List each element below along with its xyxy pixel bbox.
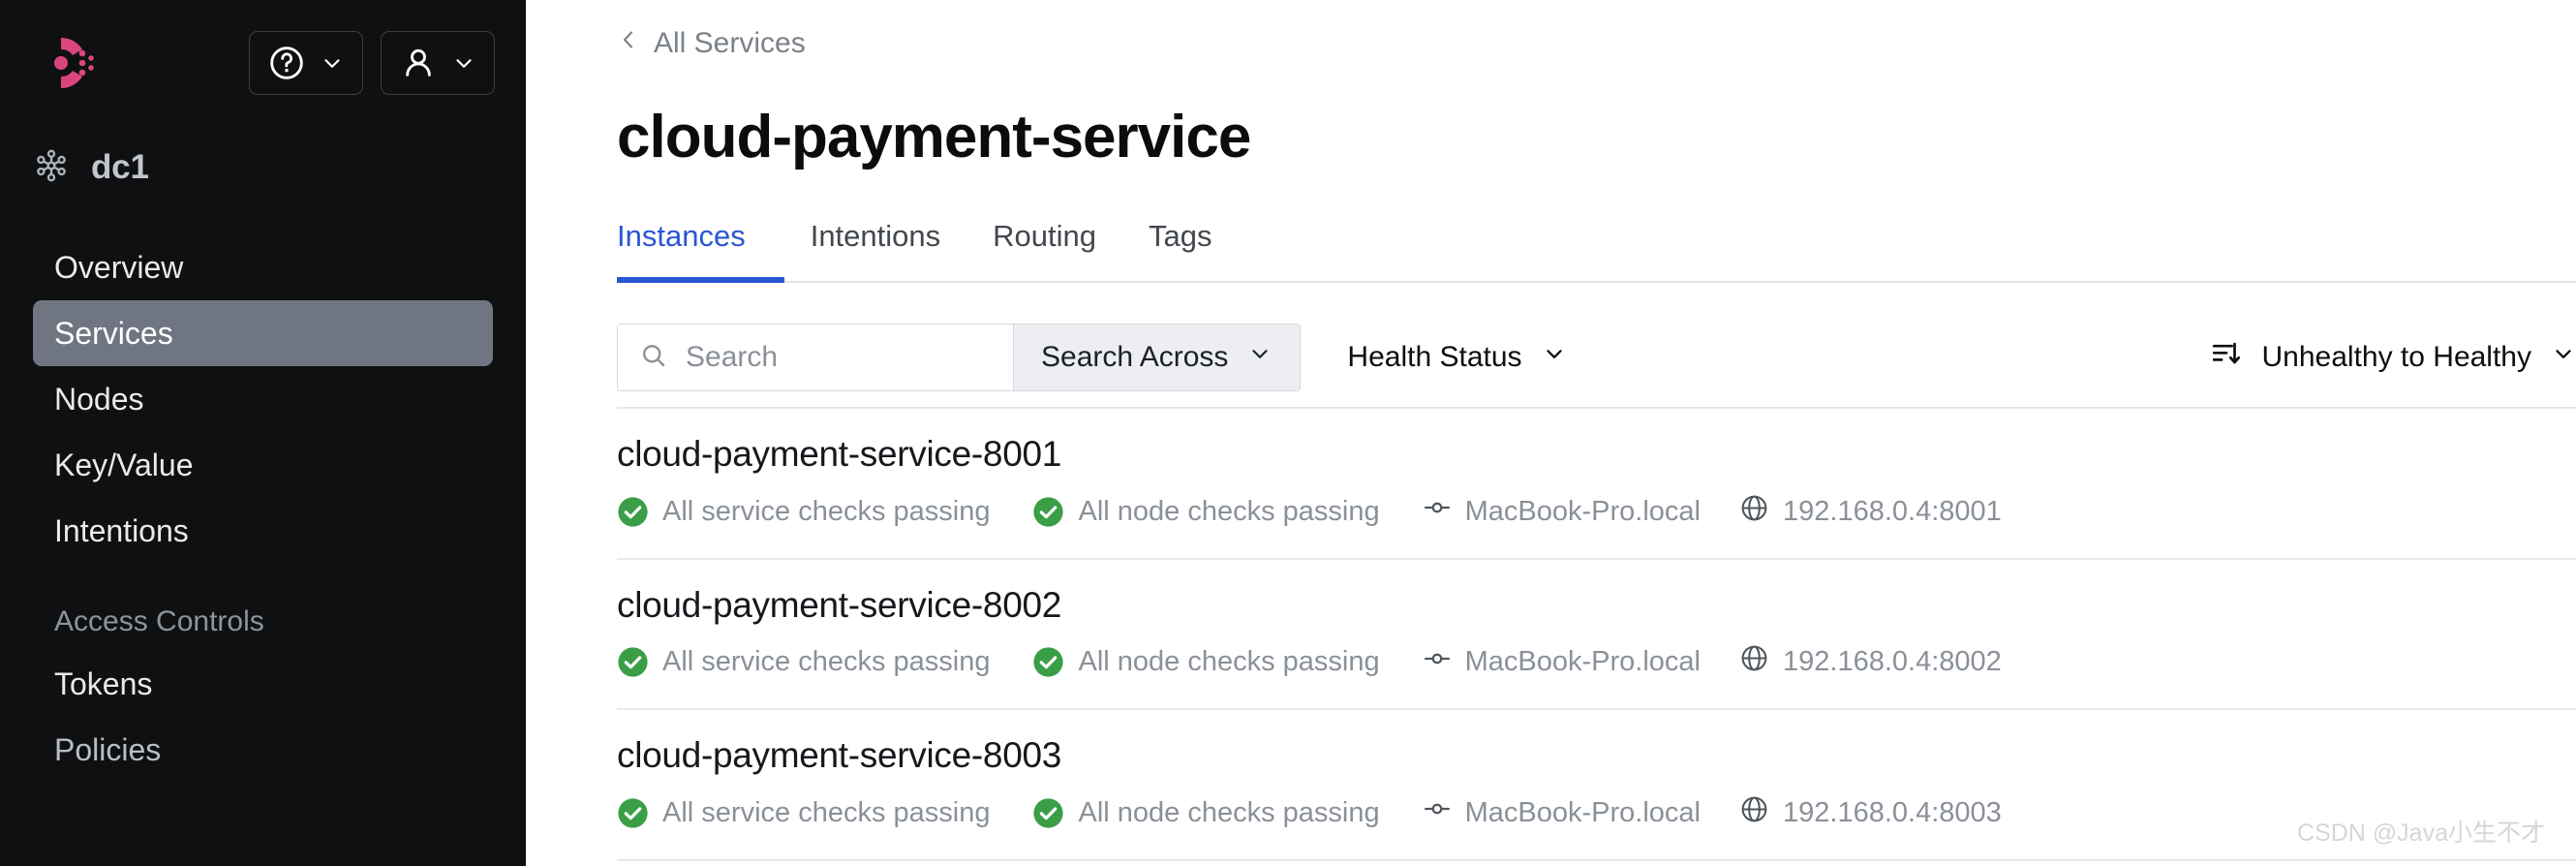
node-icon <box>1423 794 1452 831</box>
service-checks-status: All service checks passing <box>617 797 990 829</box>
sidebar-header <box>0 0 526 101</box>
main-content: All Services cloud-payment-service Insta… <box>526 0 2576 866</box>
service-checks-status: All service checks passing <box>617 496 990 528</box>
page-title: cloud-payment-service <box>617 104 1251 170</box>
node-icon <box>1423 493 1452 530</box>
sidebar: dc1 Overview Services Nodes Key/Value In… <box>0 0 526 866</box>
check-circle-icon <box>617 797 649 829</box>
sidebar-header-actions <box>249 30 495 95</box>
node-label: MacBook-Pro.local <box>1464 646 1701 678</box>
node-checks-label: All node checks passing <box>1078 646 1380 678</box>
instance-meta: All service checks passing All node chec… <box>617 493 2576 531</box>
service-checks-label: All service checks passing <box>662 495 991 527</box>
check-circle-icon <box>617 496 649 528</box>
sort-dropdown[interactable]: Unhealthy to Healthy <box>2210 324 2576 391</box>
chevron-left-icon <box>617 25 640 62</box>
instance-address: 192.168.0.4:8002 <box>1739 643 2002 681</box>
globe-icon <box>1739 493 1769 531</box>
health-status-dropdown[interactable]: Health Status <box>1339 324 1574 391</box>
address-label: 192.168.0.4:8001 <box>1783 495 2002 527</box>
sidebar-item-policies[interactable]: Policies <box>33 717 493 783</box>
check-circle-icon <box>1032 797 1064 829</box>
chevron-down-icon <box>2551 341 2576 374</box>
chevron-down-icon <box>1542 341 1567 374</box>
instance-list: cloud-payment-service-8001 All service c… <box>617 407 2576 861</box>
instance-node: MacBook-Pro.local <box>1423 493 1701 530</box>
search-icon <box>639 341 668 375</box>
health-status-label: Health Status <box>1347 341 1522 374</box>
service-checks-status: All service checks passing <box>617 646 990 678</box>
node-checks-status: All node checks passing <box>1032 646 1380 678</box>
instance-name[interactable]: cloud-payment-service-8003 <box>617 735 2576 777</box>
tab-tags[interactable]: Tags <box>1122 219 1238 283</box>
help-menu-button[interactable] <box>249 30 363 95</box>
sidebar-item-nodes[interactable]: Nodes <box>33 366 493 432</box>
chevron-down-icon <box>320 50 345 76</box>
instance-row[interactable]: cloud-payment-service-8001 All service c… <box>617 409 2576 560</box>
node-checks-label: All node checks passing <box>1078 495 1380 527</box>
search-input[interactable] <box>686 341 992 375</box>
app-root: dc1 Overview Services Nodes Key/Value In… <box>0 0 2576 866</box>
instance-row[interactable]: cloud-payment-service-8003 All service c… <box>617 710 2576 861</box>
sidebar-item-tokens[interactable]: Tokens <box>33 651 493 717</box>
tab-bar: Instances Intentions Routing Tags <box>617 219 2576 284</box>
tab-instances[interactable]: Instances <box>617 219 784 284</box>
check-circle-icon <box>1032 496 1064 528</box>
sort-descending-icon <box>2210 337 2243 378</box>
instance-meta: All service checks passing All node chec… <box>617 643 2576 681</box>
chevron-down-icon <box>1247 341 1273 374</box>
search-across-label: Search Across <box>1041 341 1229 374</box>
globe-icon <box>1739 643 1769 681</box>
filter-bar: Search Across Health Status <box>617 324 2576 392</box>
address-label: 192.168.0.4:8002 <box>1783 646 2002 678</box>
sidebar-item-services[interactable]: Services <box>33 300 493 366</box>
sort-label: Unhealthy to Healthy <box>2261 341 2532 374</box>
instance-name[interactable]: cloud-payment-service-8002 <box>617 585 2576 627</box>
consul-logo[interactable] <box>33 32 95 94</box>
node-label: MacBook-Pro.local <box>1464 796 1701 828</box>
datacenter-label: dc1 <box>91 148 149 186</box>
check-circle-icon <box>1032 646 1064 678</box>
chevron-down-icon <box>451 50 476 76</box>
tab-intentions[interactable]: Intentions <box>784 219 966 283</box>
instance-address: 192.168.0.4:8003 <box>1739 794 2002 832</box>
node-checks-status: All node checks passing <box>1032 495 1380 528</box>
search-across-dropdown[interactable]: Search Across <box>1013 325 1301 391</box>
user-icon <box>399 44 438 82</box>
tab-routing[interactable]: Routing <box>966 219 1122 283</box>
node-label: MacBook-Pro.local <box>1464 495 1701 527</box>
instance-name[interactable]: cloud-payment-service-8001 <box>617 434 2576 476</box>
search-group: Search Across <box>617 324 1302 392</box>
instance-row[interactable]: cloud-payment-service-8002 All service c… <box>617 560 2576 711</box>
instance-address: 192.168.0.4:8001 <box>1739 493 2002 531</box>
service-checks-label: All service checks passing <box>662 796 991 828</box>
nav-divider <box>33 564 493 593</box>
question-circle-icon <box>267 44 306 82</box>
service-checks-label: All service checks passing <box>662 646 991 678</box>
node-checks-label: All node checks passing <box>1078 796 1380 828</box>
globe-icon <box>1739 794 1769 832</box>
node-icon <box>1423 644 1452 681</box>
address-label: 192.168.0.4:8003 <box>1783 796 2002 828</box>
datacenter-icon <box>33 147 70 189</box>
breadcrumb-label: All Services <box>654 27 806 59</box>
breadcrumb-all-services[interactable]: All Services <box>617 21 806 66</box>
instance-node: MacBook-Pro.local <box>1423 794 1701 831</box>
sidebar-section-access-controls: Access Controls <box>54 605 264 637</box>
node-checks-status: All node checks passing <box>1032 796 1380 829</box>
user-menu-button[interactable] <box>381 30 495 95</box>
check-circle-icon <box>617 646 649 678</box>
sidebar-item-intentions[interactable]: Intentions <box>33 498 493 564</box>
instance-meta: All service checks passing All node chec… <box>617 794 2576 832</box>
sidebar-item-overview[interactable]: Overview <box>33 234 493 300</box>
instance-node: MacBook-Pro.local <box>1423 644 1701 681</box>
search-field[interactable] <box>618 325 1013 391</box>
sidebar-item-key-value[interactable]: Key/Value <box>33 432 493 498</box>
sidebar-nav: Overview Services Nodes Key/Value Intent… <box>0 234 526 783</box>
datacenter-selector[interactable]: dc1 <box>0 136 526 200</box>
